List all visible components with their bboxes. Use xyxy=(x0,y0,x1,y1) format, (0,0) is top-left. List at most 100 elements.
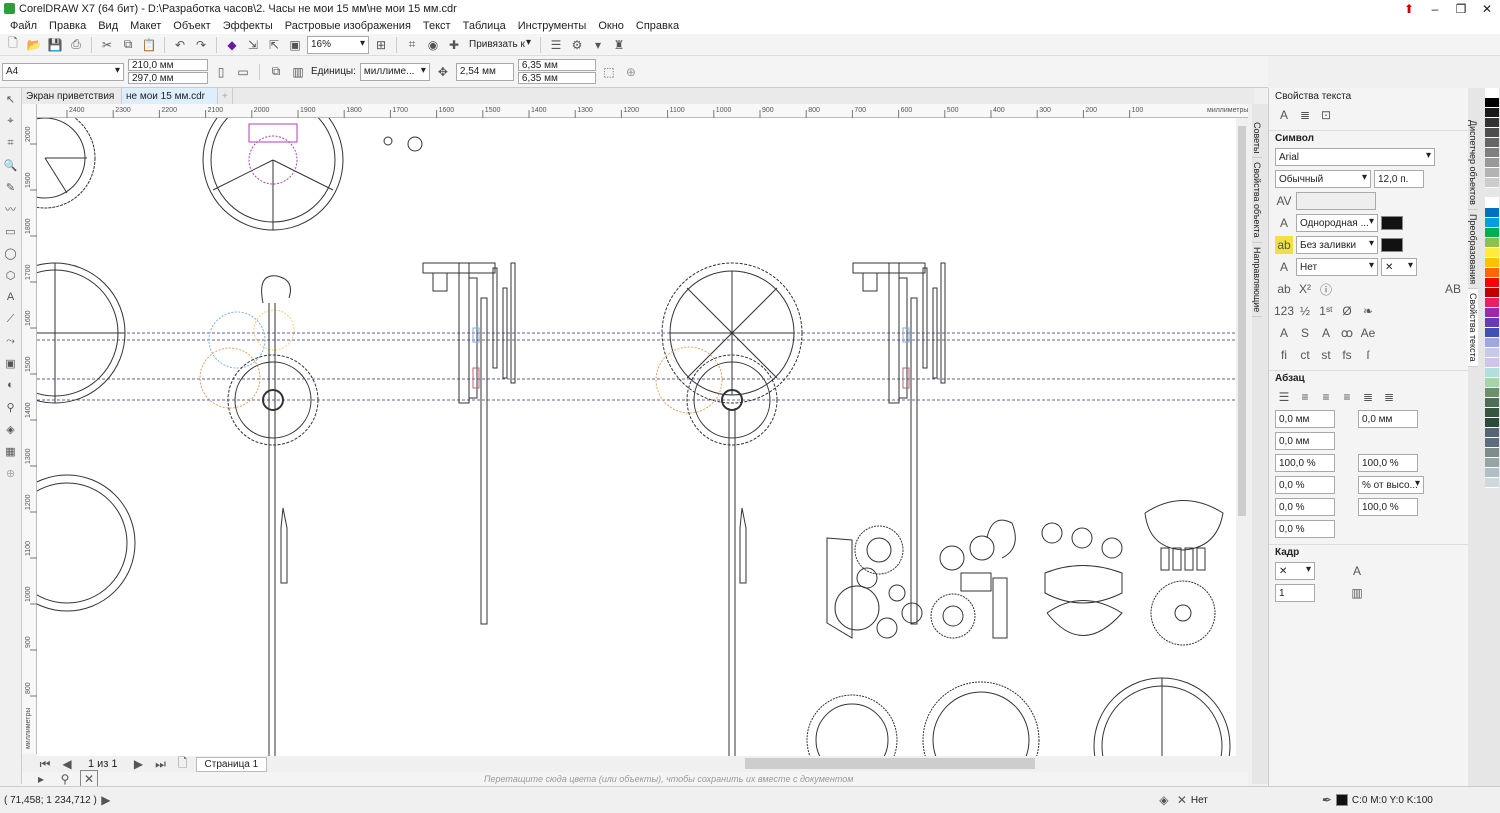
align-none-icon[interactable]: ☰ xyxy=(1275,388,1293,406)
palette-swatch[interactable] xyxy=(1485,228,1499,238)
horizontal-scrollbar[interactable] xyxy=(745,758,1035,769)
palette-swatch[interactable] xyxy=(1485,468,1499,478)
export-icon[interactable]: ⇱ xyxy=(265,36,283,54)
palette-swatch[interactable] xyxy=(1485,258,1499,268)
menu-help[interactable]: Справка xyxy=(630,20,685,32)
justify-icon[interactable]: ≣ xyxy=(1359,388,1377,406)
underline-icon[interactable]: ab xyxy=(1275,280,1293,298)
side-view-1[interactable] xyxy=(422,262,516,625)
shape-tool-icon[interactable]: ⌖ xyxy=(2,112,20,130)
parts-group-2[interactable] xyxy=(930,519,1016,639)
menu-view[interactable]: Вид xyxy=(92,20,124,32)
palette-swatch[interactable] xyxy=(1485,248,1499,258)
small-circle[interactable] xyxy=(407,136,423,152)
parts-group-1[interactable] xyxy=(826,525,923,639)
palette-swatch[interactable] xyxy=(1485,408,1499,418)
outline-select[interactable]: Нет xyxy=(1296,258,1378,276)
menu-object[interactable]: Объект xyxy=(167,20,216,32)
wheel-left-middle[interactable] xyxy=(37,262,126,404)
tab-object-manager[interactable]: Диспетчер объектов xyxy=(1468,116,1478,210)
numerals-icon[interactable]: 123 xyxy=(1274,302,1294,320)
duplicate-x-field[interactable]: 6,35 мм xyxy=(517,59,596,71)
frame-text-icon[interactable]: A xyxy=(1348,562,1366,580)
ornaments-icon[interactable]: ❧ xyxy=(1359,302,1377,320)
palette-swatch[interactable] xyxy=(1485,448,1499,458)
palette-swatch[interactable] xyxy=(1485,128,1499,138)
menu-effects[interactable]: Эффекты xyxy=(217,20,279,32)
font-style-select[interactable]: Обычный xyxy=(1275,170,1371,188)
frame-fill-select[interactable]: ✕ xyxy=(1275,562,1315,580)
polygon-tool-icon[interactable]: ⬡ xyxy=(2,266,20,284)
palette-swatch[interactable] xyxy=(1485,148,1499,158)
palette-swatch[interactable] xyxy=(1485,338,1499,348)
background-fill-select[interactable]: Без заливки xyxy=(1296,236,1378,254)
fs-ligature-icon[interactable]: fs xyxy=(1338,346,1356,364)
palette-swatch[interactable] xyxy=(1485,138,1499,148)
right-indent-field[interactable]: 0,0 мм xyxy=(1358,410,1418,428)
palette-swatch[interactable] xyxy=(1485,288,1499,298)
fill-type-select[interactable]: Однородная ... xyxy=(1296,214,1378,232)
align-center-icon[interactable]: ≡ xyxy=(1317,388,1335,406)
transparency-icon[interactable]: ◐ xyxy=(2,376,20,394)
st-ligature-icon[interactable]: st xyxy=(1317,346,1335,364)
frame-icon[interactable]: ⊡ xyxy=(1317,106,1335,124)
menu-bitmaps[interactable]: Растровые изображения xyxy=(279,20,417,32)
close-button[interactable]: ✕ xyxy=(1474,0,1500,17)
outline-color-select[interactable]: ✕ xyxy=(1381,258,1417,276)
palette-swatch[interactable] xyxy=(1485,188,1499,198)
first-line-indent-field[interactable]: 0,0 мм xyxy=(1275,432,1335,450)
slashed-zero-icon[interactable]: Ø xyxy=(1338,302,1356,320)
connector-tool-icon[interactable]: ⤳ xyxy=(2,332,20,350)
columns-settings-icon[interactable]: ▥ xyxy=(1348,584,1366,602)
add-page-icon[interactable]: 🗋 xyxy=(174,755,192,773)
text-tool-icon[interactable]: A xyxy=(2,288,20,306)
palette-swatch[interactable] xyxy=(1485,458,1499,468)
palette-swatch[interactable] xyxy=(1485,238,1499,248)
crop-tool-icon[interactable]: ⌗ xyxy=(2,134,20,152)
copy-icon[interactable]: ⧉ xyxy=(119,36,137,54)
align-right-icon[interactable]: ≡ xyxy=(1338,388,1356,406)
portrait-icon[interactable]: ▯ xyxy=(212,63,230,81)
new-tab-icon[interactable]: + xyxy=(218,88,233,104)
all-pages-icon[interactable]: ⧉ xyxy=(267,63,285,81)
last-page-icon[interactable]: ⏭ xyxy=(152,755,170,773)
palette-swatch[interactable] xyxy=(1485,348,1499,358)
bottom-wheel-2[interactable] xyxy=(922,681,1040,756)
show-grid-icon[interactable]: ◉ xyxy=(424,36,442,54)
spacing-units-select[interactable]: % от высо... xyxy=(1358,476,1424,494)
next-page-icon[interactable]: ▶ xyxy=(130,755,148,773)
menu-file[interactable]: Файл xyxy=(4,20,43,32)
duplicate-y-field[interactable]: 6,35 мм xyxy=(517,72,596,84)
ct-ligature-icon[interactable]: ct xyxy=(1296,346,1314,364)
font-size-field[interactable]: 12,0 п. xyxy=(1374,170,1424,188)
palette-swatch[interactable] xyxy=(1485,388,1499,398)
parts-group-3[interactable] xyxy=(1041,522,1123,636)
ordinals-icon[interactable]: 1ˢᵗ xyxy=(1317,302,1335,320)
artistic-media-icon[interactable]: 〰 xyxy=(2,200,20,218)
character-icon[interactable]: A xyxy=(1275,106,1293,124)
print-icon[interactable]: ⎙ xyxy=(67,36,85,54)
eyedropper-icon[interactable]: ⚲ xyxy=(2,398,20,416)
section-character[interactable]: Символ xyxy=(1269,130,1468,146)
smart-fill-icon[interactable]: ▦ xyxy=(2,442,20,460)
page-size-select[interactable]: A4 xyxy=(2,62,124,81)
bottom-wheel-3[interactable] xyxy=(1093,677,1231,756)
section-frame[interactable]: Кадр xyxy=(1269,544,1468,560)
guidelines[interactable] xyxy=(37,332,1236,401)
fi-ligature-icon[interactable]: ﬁ xyxy=(1275,346,1293,364)
parallel-dimension-icon[interactable]: ⟋ xyxy=(2,310,20,328)
palette-swatch[interactable] xyxy=(1485,418,1499,428)
palette-swatch[interactable] xyxy=(1485,358,1499,368)
paste-icon[interactable]: 📋 xyxy=(140,36,158,54)
palette-swatch[interactable] xyxy=(1485,318,1499,328)
new-icon[interactable]: 🗋 xyxy=(4,36,22,54)
document-palette[interactable]: ▸ ⚲ ✕ Перетащите сюда цвета (или объекты… xyxy=(22,770,1248,788)
drawing-canvas[interactable] xyxy=(37,118,1236,756)
redo-icon[interactable]: ↷ xyxy=(192,36,210,54)
freehand-tool-icon[interactable]: ✎ xyxy=(2,178,20,196)
nudge-distance-field[interactable]: 2,54 мм xyxy=(455,62,514,81)
ring-left-bottom[interactable] xyxy=(37,474,136,612)
palette-swatch[interactable] xyxy=(1485,478,1499,488)
menu-window[interactable]: Окно xyxy=(592,20,630,32)
tab-hints[interactable]: Советы xyxy=(1252,118,1262,159)
